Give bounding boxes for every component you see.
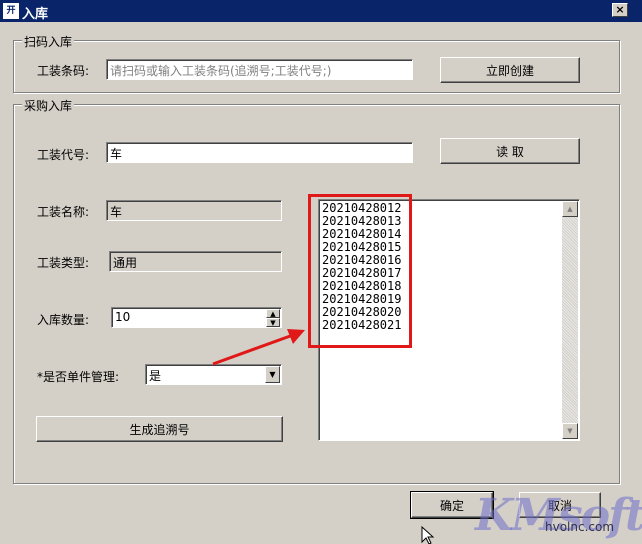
scroll-up-icon[interactable]: ▲ bbox=[562, 201, 578, 217]
title-bar: 开 入库 × bbox=[0, 0, 642, 22]
watermark-site: hvolnc.com bbox=[545, 520, 615, 534]
barcode-placeholder: 请扫码或输入工装条码(追溯号;工装代号;) bbox=[110, 64, 332, 78]
window-title: 入库 bbox=[22, 7, 49, 22]
read-button[interactable]: 读 取 bbox=[440, 138, 580, 164]
spin-up-icon[interactable]: ▲ bbox=[266, 309, 280, 318]
scan-group-legend: 扫码入库 bbox=[22, 33, 75, 50]
name-field: 车 bbox=[106, 200, 282, 221]
name-label: 工装名称: bbox=[37, 205, 90, 219]
purchase-group-legend: 采购入库 bbox=[22, 97, 75, 114]
code-label: 工装代号: bbox=[37, 148, 90, 162]
type-label: 工装类型: bbox=[37, 256, 90, 270]
scroll-down-icon[interactable]: ▼ bbox=[562, 423, 578, 439]
watermark: KMsoft hvolnc.com bbox=[475, 490, 642, 544]
single-manage-value: 是 bbox=[149, 369, 162, 383]
barcode-input[interactable]: 请扫码或输入工装条码(追溯号;工装代号;) bbox=[106, 59, 413, 80]
single-manage-label: *是否单件管理: bbox=[37, 370, 120, 384]
qty-value: 10 bbox=[115, 310, 131, 324]
type-field: 通用 bbox=[109, 251, 282, 272]
code-input[interactable]: 车 bbox=[106, 142, 413, 163]
qty-label: 入库数量: bbox=[37, 313, 90, 327]
barcode-label: 工装条码: bbox=[37, 64, 90, 78]
generate-trace-button[interactable]: 生成追溯号 bbox=[36, 416, 283, 442]
annotation-highlight-box bbox=[308, 194, 412, 348]
annotation-arrow-icon bbox=[212, 329, 305, 366]
create-button[interactable]: 立即创建 bbox=[440, 57, 580, 83]
cursor-icon bbox=[421, 526, 435, 544]
app-icon: 开 bbox=[3, 3, 19, 19]
list-scrollbar[interactable]: ▲ ▼ bbox=[562, 201, 578, 439]
close-button[interactable]: × bbox=[612, 3, 628, 17]
